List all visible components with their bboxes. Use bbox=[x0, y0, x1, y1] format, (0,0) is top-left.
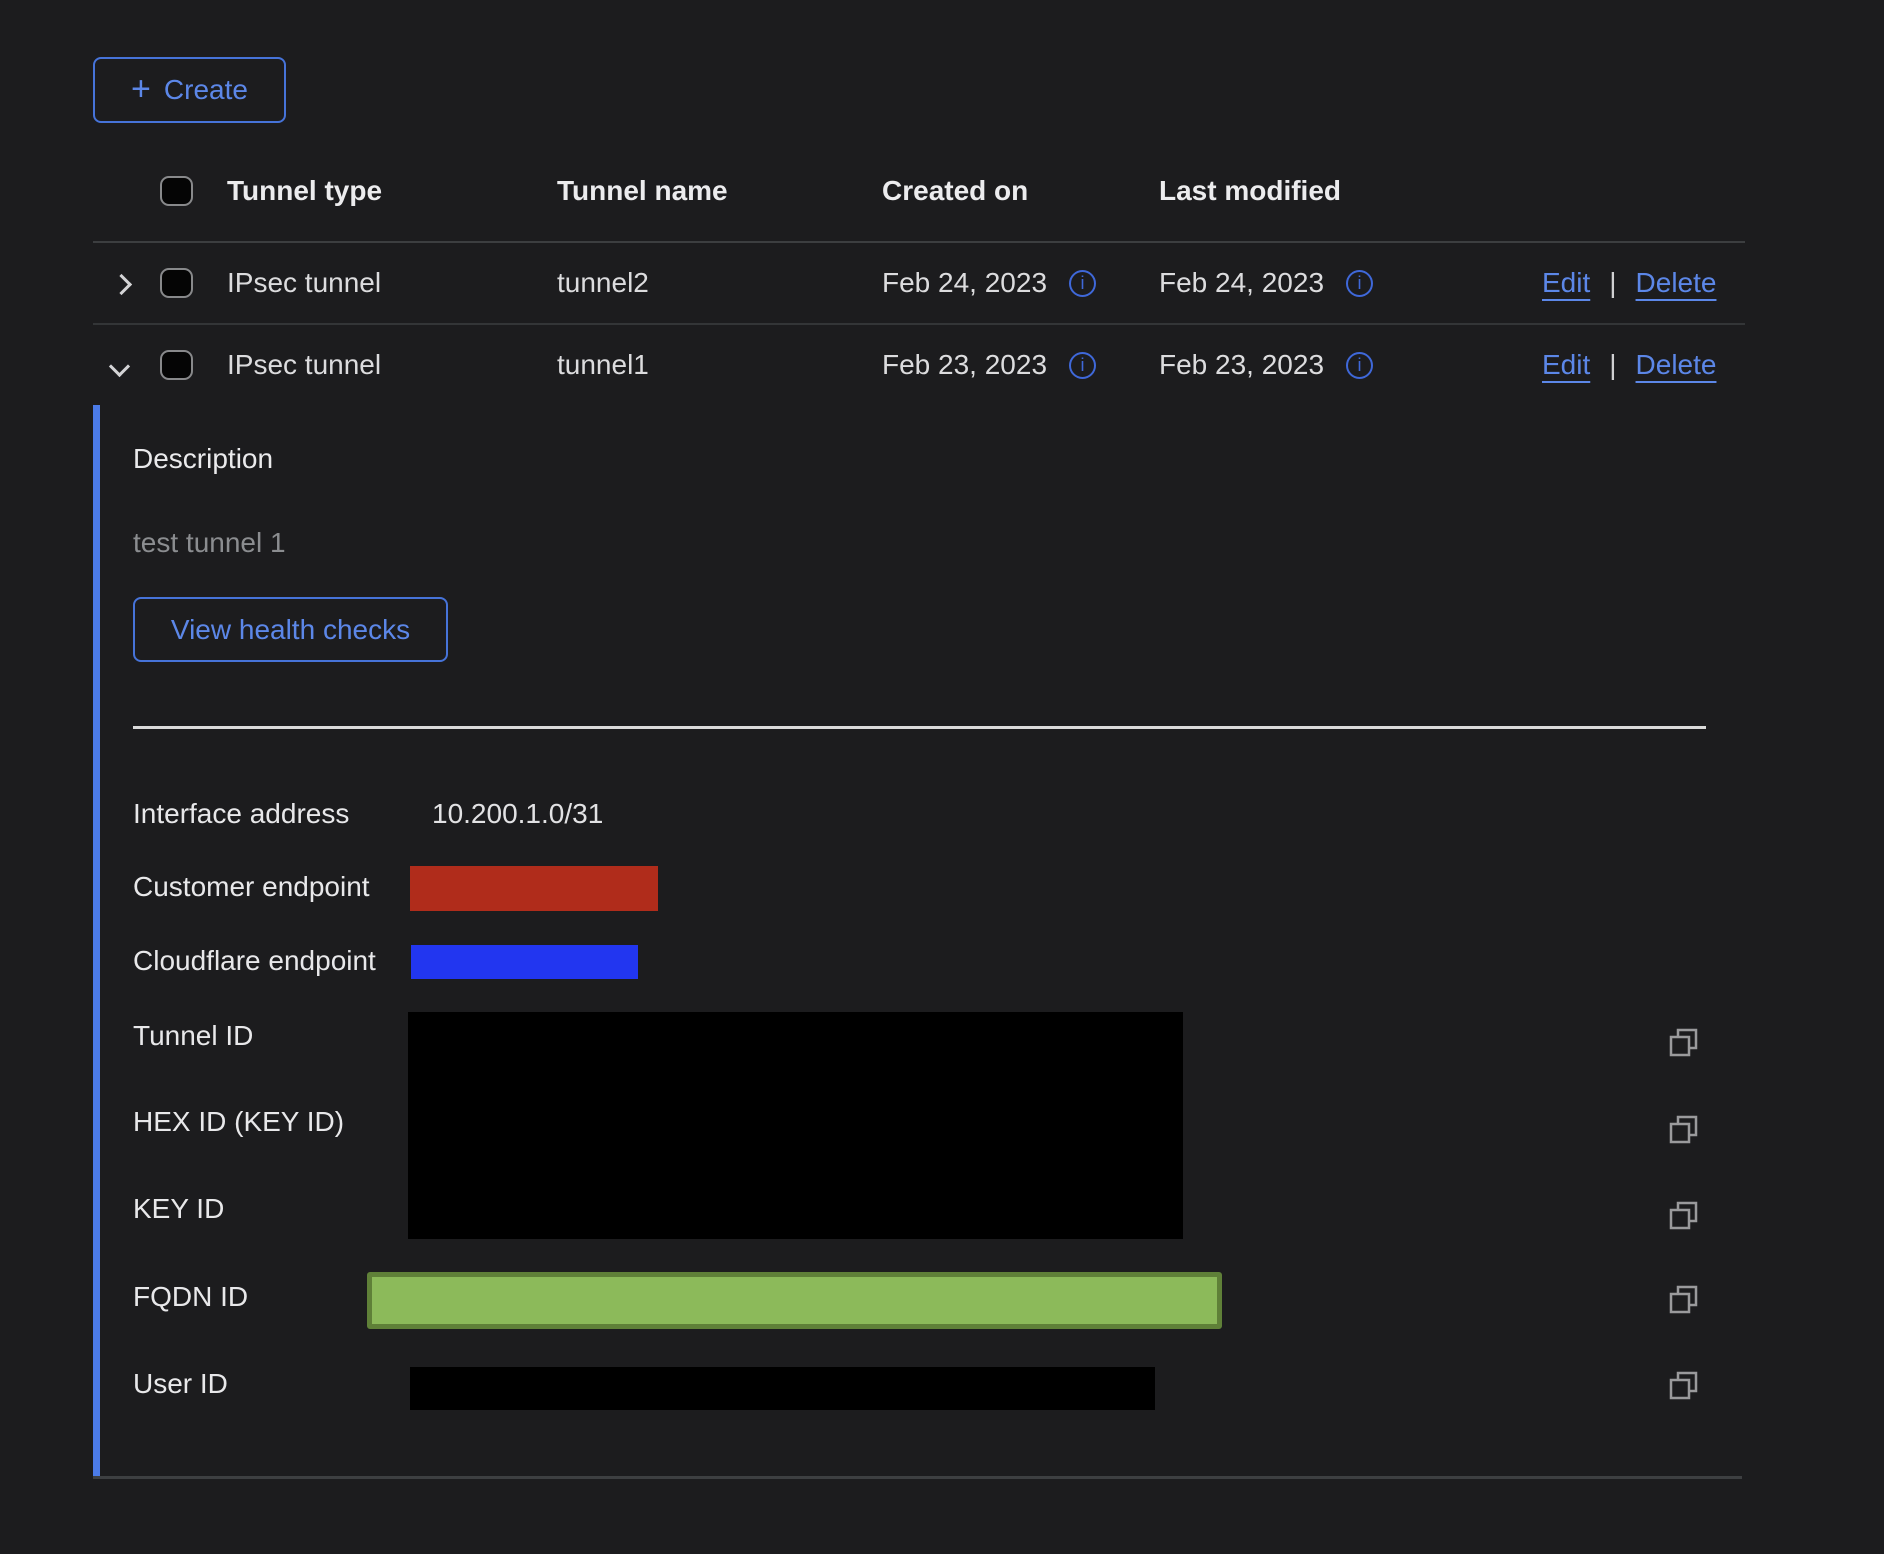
last-modified-cell: Feb 23, 2023 i bbox=[1159, 349, 1373, 381]
select-all-checkbox[interactable] bbox=[160, 176, 193, 206]
copy-user-id-button[interactable] bbox=[1666, 1368, 1702, 1404]
table-header-row: Tunnel type Tunnel name Created on Last … bbox=[93, 140, 1745, 243]
copy-fqdn-id-button[interactable] bbox=[1666, 1282, 1702, 1318]
info-icon-glyph: i bbox=[1081, 356, 1085, 374]
key-id-label: KEY ID bbox=[133, 1193, 224, 1225]
info-icon-glyph: i bbox=[1358, 356, 1362, 374]
action-separator: | bbox=[1609, 267, 1616, 299]
column-header-tunnel-type: Tunnel type bbox=[227, 175, 382, 207]
collapse-row-button[interactable] bbox=[101, 347, 137, 383]
copy-hex-id-button[interactable] bbox=[1666, 1112, 1702, 1148]
last-modified-cell: Feb 24, 2023 i bbox=[1159, 267, 1373, 299]
create-button[interactable]: + Create bbox=[93, 57, 286, 123]
fqdn-id-label: FQDN ID bbox=[133, 1281, 248, 1313]
section-divider bbox=[133, 726, 1706, 729]
tunnels-table: Tunnel type Tunnel name Created on Last … bbox=[93, 140, 1745, 405]
edit-link[interactable]: Edit bbox=[1542, 267, 1590, 299]
row-checkbox[interactable] bbox=[160, 268, 193, 298]
create-button-label: Create bbox=[164, 74, 248, 106]
copy-icon bbox=[1666, 1198, 1702, 1234]
description-text: test tunnel 1 bbox=[133, 527, 286, 559]
edit-link[interactable]: Edit bbox=[1542, 349, 1590, 381]
created-on-date: Feb 24, 2023 bbox=[882, 267, 1047, 299]
view-health-checks-label: View health checks bbox=[171, 614, 410, 646]
copy-tunnel-id-button[interactable] bbox=[1666, 1025, 1702, 1061]
user-id-redaction bbox=[410, 1367, 1155, 1410]
cloudflare-endpoint-redaction bbox=[411, 945, 638, 979]
customer-endpoint-redaction bbox=[410, 866, 658, 911]
customer-endpoint-label: Customer endpoint bbox=[133, 871, 370, 903]
delete-link[interactable]: Delete bbox=[1636, 349, 1717, 381]
fqdn-id-redaction bbox=[367, 1272, 1222, 1329]
info-icon-glyph: i bbox=[1358, 274, 1362, 292]
tunnel-hex-key-id-redaction bbox=[408, 1012, 1183, 1239]
user-id-label: User ID bbox=[133, 1368, 228, 1400]
delete-link[interactable]: Delete bbox=[1636, 267, 1717, 299]
cloudflare-endpoint-label: Cloudflare endpoint bbox=[133, 945, 376, 977]
info-icon[interactable]: i bbox=[1069, 352, 1096, 379]
row-actions: Edit | Delete bbox=[1542, 349, 1716, 381]
info-icon-glyph: i bbox=[1081, 274, 1085, 292]
hex-id-label: HEX ID (KEY ID) bbox=[133, 1106, 344, 1138]
tunnel-name-cell: tunnel1 bbox=[557, 349, 649, 381]
interface-address-label: Interface address bbox=[133, 798, 349, 830]
info-icon[interactable]: i bbox=[1346, 352, 1373, 379]
copy-icon bbox=[1666, 1368, 1702, 1404]
chevron-down-icon bbox=[108, 356, 129, 377]
description-label: Description bbox=[133, 443, 273, 475]
page: { "create_button": { "plus_icon": "+", "… bbox=[0, 0, 1884, 1554]
created-on-cell: Feb 23, 2023 i bbox=[882, 349, 1096, 381]
view-health-checks-button[interactable]: View health checks bbox=[133, 597, 448, 662]
interface-address-value: 10.200.1.0/31 bbox=[432, 798, 603, 830]
panel-bottom-divider bbox=[93, 1476, 1742, 1479]
column-header-created-on: Created on bbox=[882, 175, 1028, 207]
tunnel-name-cell: tunnel2 bbox=[557, 267, 649, 299]
row-checkbox[interactable] bbox=[160, 350, 193, 380]
info-icon[interactable]: i bbox=[1346, 270, 1373, 297]
expand-row-button[interactable] bbox=[101, 265, 137, 301]
expanded-row-indicator-bar bbox=[93, 405, 100, 1477]
column-header-last-modified: Last modified bbox=[1159, 175, 1341, 207]
tunnel-type-cell: IPsec tunnel bbox=[227, 349, 381, 381]
last-modified-date: Feb 23, 2023 bbox=[1159, 349, 1324, 381]
copy-key-id-button[interactable] bbox=[1666, 1198, 1702, 1234]
copy-icon bbox=[1666, 1025, 1702, 1061]
last-modified-date: Feb 24, 2023 bbox=[1159, 267, 1324, 299]
table-row-tunnel1: IPsec tunnel tunnel1 Feb 23, 2023 i Feb … bbox=[93, 325, 1745, 405]
copy-icon bbox=[1666, 1282, 1702, 1318]
plus-icon: + bbox=[131, 72, 151, 106]
column-header-tunnel-name: Tunnel name bbox=[557, 175, 728, 207]
action-separator: | bbox=[1609, 349, 1616, 381]
copy-icon bbox=[1666, 1112, 1702, 1148]
info-icon[interactable]: i bbox=[1069, 270, 1096, 297]
tunnel-id-label: Tunnel ID bbox=[133, 1020, 253, 1052]
tunnel-type-cell: IPsec tunnel bbox=[227, 267, 381, 299]
chevron-right-icon bbox=[110, 274, 131, 295]
created-on-cell: Feb 24, 2023 i bbox=[882, 267, 1096, 299]
created-on-date: Feb 23, 2023 bbox=[882, 349, 1047, 381]
table-row-tunnel2: IPsec tunnel tunnel2 Feb 24, 2023 i Feb … bbox=[93, 243, 1745, 325]
row-actions: Edit | Delete bbox=[1542, 267, 1716, 299]
